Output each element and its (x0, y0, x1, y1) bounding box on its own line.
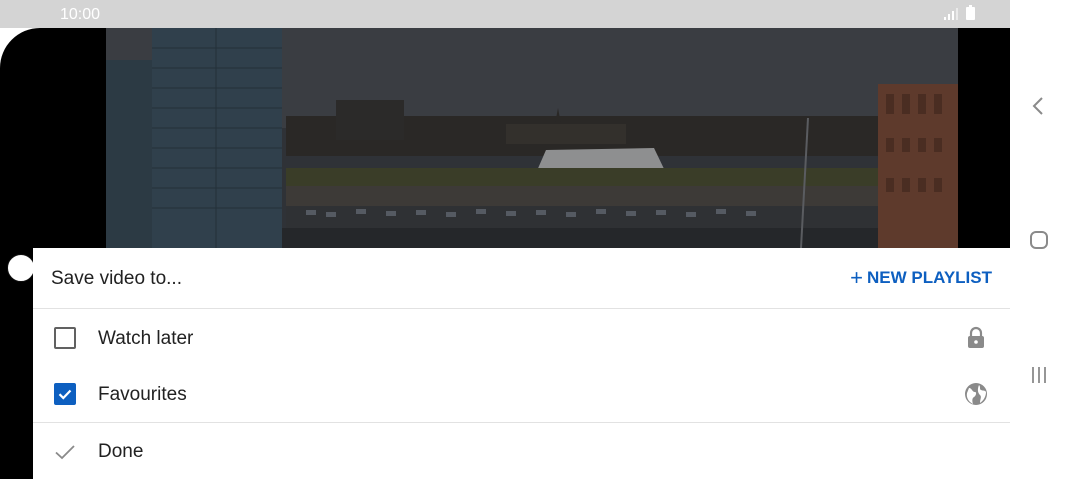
lock-icon (968, 326, 984, 348)
status-bar: 10:00 (0, 0, 1010, 28)
done-label: Done (98, 441, 144, 462)
drag-handle[interactable] (7, 254, 35, 282)
status-time: 10:00 (60, 6, 101, 23)
home-icon[interactable] (1030, 231, 1048, 249)
checkmark-icon (55, 445, 75, 460)
globe-icon (965, 383, 987, 405)
checkmark-icon (58, 389, 72, 400)
done-button[interactable]: Done (33, 422, 1010, 480)
playlist-label: Watch later (98, 328, 194, 349)
checkbox-watch-later[interactable] (54, 327, 76, 349)
new-playlist-label: NEW PLAYLIST (867, 268, 992, 287)
plus-icon: + (850, 265, 863, 290)
video-thumbnail (106, 28, 958, 248)
video-player[interactable] (106, 28, 958, 248)
status-icons (944, 5, 984, 22)
sheet-header: Save video to... + NEW PLAYLIST (33, 248, 1010, 309)
save-to-playlist-sheet: Save video to... + NEW PLAYLIST Watch la… (33, 248, 1010, 479)
new-playlist-button[interactable]: + NEW PLAYLIST (850, 265, 992, 290)
back-icon[interactable] (1030, 96, 1046, 116)
recents-icon[interactable] (1030, 366, 1048, 384)
playlist-label: Favourites (98, 384, 187, 405)
playlist-item-watch-later[interactable]: Watch later (33, 310, 1010, 366)
signal-icon (944, 8, 958, 20)
sheet-title: Save video to... (51, 268, 182, 289)
playlist-item-favourites[interactable]: Favourites (33, 366, 1010, 422)
checkbox-favourites[interactable] (54, 383, 76, 405)
battery-icon (966, 5, 975, 20)
